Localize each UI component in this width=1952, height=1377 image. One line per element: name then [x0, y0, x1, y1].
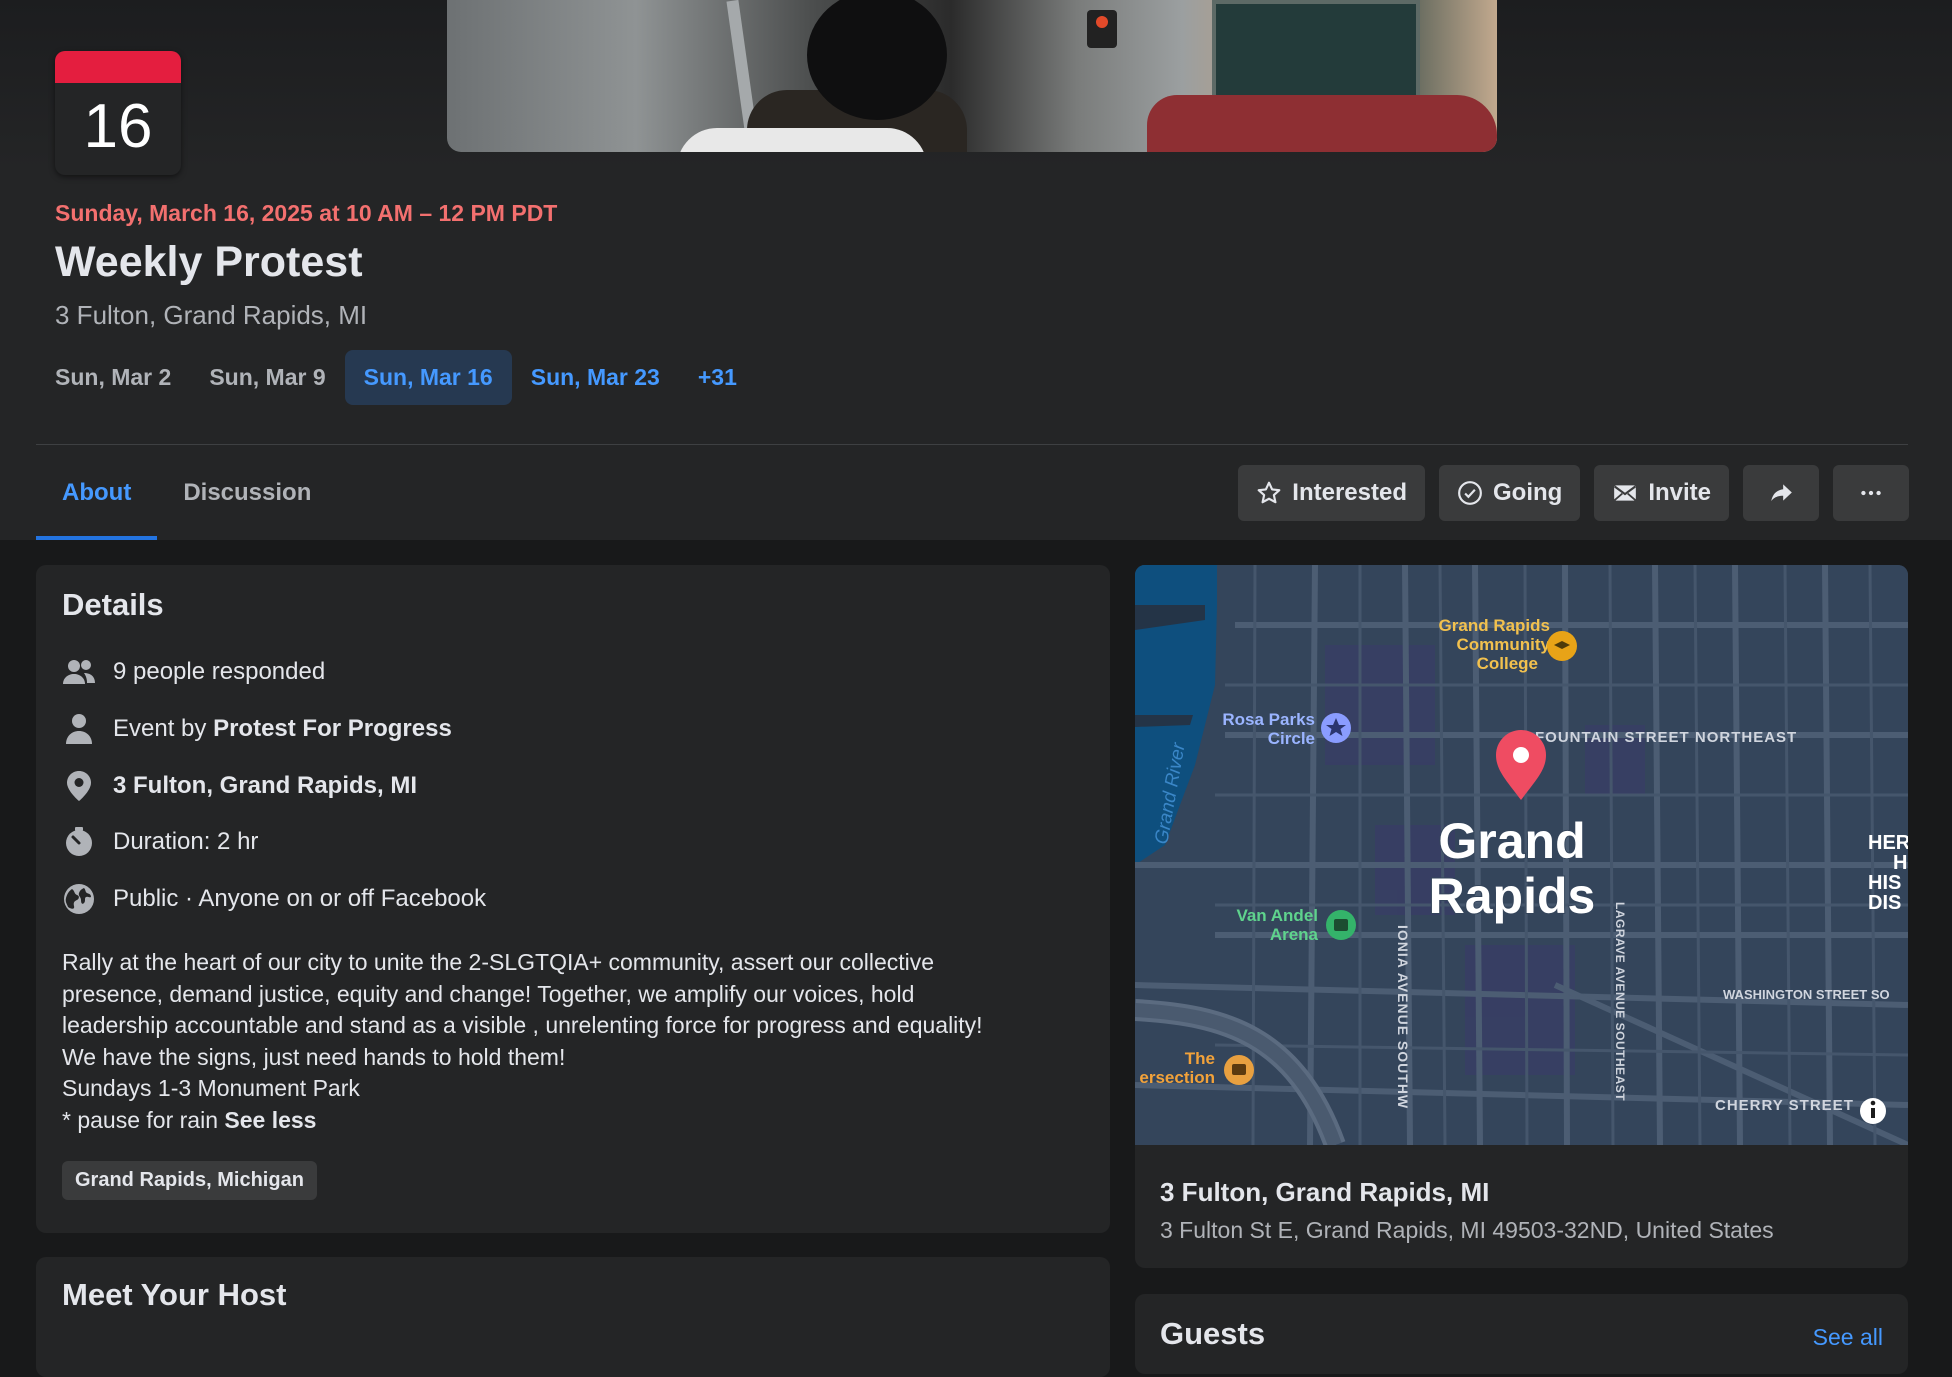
going-button[interactable]: Going	[1438, 465, 1581, 521]
description-line: Rally at the heart of our city to unite …	[62, 949, 935, 975]
star-icon	[1257, 481, 1281, 504]
map-label-college-1: Grand Rapids	[1439, 616, 1550, 635]
event-date-time: Sunday, March 16, 2025 at 10 AM – 12 PM …	[55, 200, 558, 226]
privacy-text: Public · Anyone on or off Facebook	[113, 885, 487, 912]
tab-about[interactable]: About	[36, 460, 158, 540]
duration-row: Duration: 2 hr	[62, 825, 258, 859]
guests-see-all-link[interactable]: See all	[1813, 1324, 1883, 1351]
address-text: 3 Fulton, Grand Rapids, MI	[113, 772, 418, 799]
map-label-city-1: Grand	[1438, 813, 1585, 869]
map-label-heritage-3: HIS	[1868, 872, 1901, 894]
map-label-intersection-2: ersection	[1139, 1068, 1215, 1087]
guests-heading: Guests	[1160, 1316, 1266, 1351]
privacy-row: Public · Anyone on or off Facebook	[62, 882, 486, 916]
map-label-city-2: Rapids	[1429, 868, 1596, 924]
map-label-college-2: Community	[1457, 635, 1551, 654]
event-description: Rally at the heart of our city to unite …	[62, 947, 1082, 1136]
host-row: Event by Protest For Progress	[62, 712, 452, 746]
invite-button[interactable]: Invite	[1594, 465, 1729, 521]
interested-label: Interested	[1292, 479, 1407, 506]
date-chip-mar-2[interactable]: Sun, Mar 2	[36, 350, 190, 405]
event-cover-photo[interactable]	[447, 0, 1497, 152]
map-label-fountain: FOUNTAIN STREET NORTHEAST	[1535, 729, 1797, 746]
cover-red-car	[1147, 95, 1497, 152]
calendar-date-badge: 16	[55, 51, 181, 175]
share-arrow-icon	[1771, 484, 1792, 502]
event-tabs: About Discussion	[36, 460, 337, 540]
map-pin-icon	[62, 769, 96, 803]
envelope-icon	[1614, 485, 1637, 501]
date-chip-mar-23[interactable]: Sun, Mar 23	[512, 350, 679, 405]
map-card: Grand Rapids Community College Rosa Park…	[1135, 565, 1908, 1268]
guests-card: Guests See all	[1135, 1294, 1908, 1374]
map-label-lagrave: LAGRAVE AVENUE SOUTHEAST	[1613, 902, 1627, 1101]
see-less-link[interactable]: See less	[224, 1107, 316, 1133]
date-chip-mar-9[interactable]: Sun, Mar 9	[190, 350, 344, 405]
ellipsis-icon	[1861, 490, 1881, 496]
host-heading: Meet Your Host	[62, 1277, 287, 1312]
map-label-vanandel-2: Arena	[1270, 925, 1319, 944]
globe-icon	[62, 882, 96, 916]
event-title: Weekly Protest	[55, 238, 363, 286]
event-location[interactable]: 3 Fulton, Grand Rapids, MI	[55, 300, 367, 331]
host-card: Meet Your Host	[36, 1257, 1110, 1377]
recurring-date-chips: Sun, Mar 2 Sun, Mar 9 Sun, Mar 16 Sun, M…	[36, 350, 756, 405]
going-label: Going	[1492, 479, 1563, 506]
map-address-title: 3 Fulton, Grand Rapids, MI	[1160, 1177, 1490, 1207]
address-row[interactable]: 3 Fulton, Grand Rapids, MI	[62, 769, 417, 803]
more-dates-chip[interactable]: +31	[679, 350, 756, 405]
map-label-vanandel-1: Van Andel	[1236, 906, 1318, 925]
description-line: Sundays 1-3 Monument Park	[62, 1075, 360, 1101]
tab-discussion[interactable]: Discussion	[157, 460, 337, 540]
calendar-day: 16	[83, 92, 153, 161]
responded-row[interactable]: 9 people responded	[62, 655, 325, 689]
map-label-rosa-1: Rosa Parks	[1222, 710, 1315, 729]
description-line: presence, demand justice, equity and cha…	[62, 980, 915, 1007]
people-icon	[62, 655, 96, 689]
location-tag[interactable]: Grand Rapids, Michigan	[62, 1161, 317, 1200]
description-last-line: * pause for rain See less	[62, 1105, 1082, 1137]
details-card: Details 9 people responded Event by Prot…	[36, 565, 1110, 1233]
map-info-icon[interactable]	[1860, 1098, 1886, 1124]
map-graphic: Grand Rapids Community College Rosa Park…	[1135, 565, 1908, 1145]
responded-text: 9 people responded	[113, 658, 326, 685]
invite-label: Invite	[1648, 479, 1711, 506]
map-label-intersection-1: The	[1185, 1049, 1215, 1068]
map-label-cherry: CHERRY STREET	[1715, 1097, 1854, 1114]
event-header: 16 Sunday, March 16, 2025 at 10 AM – 12 …	[0, 0, 1952, 540]
map-address-full: 3 Fulton St E, Grand Rapids, MI 49503-32…	[1160, 1217, 1774, 1243]
person-icon	[62, 712, 96, 746]
map-label-heritage-1: HER	[1868, 832, 1908, 854]
map-label-heritage-2: H	[1893, 852, 1907, 874]
map-label-ionia: IONIA AVENUE SOUTHW	[1395, 925, 1411, 1109]
event-actions: Interested Going Invite	[1238, 465, 1909, 521]
date-chip-mar-16-selected[interactable]: Sun, Mar 16	[344, 350, 512, 405]
share-button[interactable]	[1743, 465, 1819, 521]
host-name-link[interactable]: Protest For Progress	[213, 715, 452, 743]
check-circle-icon	[1458, 481, 1482, 505]
header-divider	[36, 444, 1908, 445]
map-label-college-3: College	[1477, 654, 1538, 673]
description-line: We have the signs, just need hands to ho…	[62, 1043, 566, 1070]
duration-text: Duration: 2 hr	[113, 828, 259, 855]
calendar-badge-bar	[55, 51, 181, 83]
stopwatch-icon	[62, 825, 96, 859]
cover-traffic-signal	[1087, 10, 1117, 48]
description-line: * pause for rain	[62, 1106, 225, 1133]
description-line: leadership accountable and stand as a vi…	[62, 1012, 983, 1038]
location-map[interactable]: Grand Rapids Community College Rosa Park…	[1135, 565, 1908, 1145]
event-by-prefix: Event by	[113, 715, 214, 742]
map-label-rosa-2: Circle	[1268, 729, 1315, 748]
cover-white-car	[677, 128, 927, 152]
details-heading: Details	[62, 587, 164, 622]
map-label-heritage-4: DIS	[1868, 892, 1901, 914]
map-label-washington: WASHINGTON STREET SO	[1723, 987, 1890, 1002]
interested-button[interactable]: Interested	[1238, 465, 1425, 521]
more-options-button[interactable]	[1833, 465, 1909, 521]
